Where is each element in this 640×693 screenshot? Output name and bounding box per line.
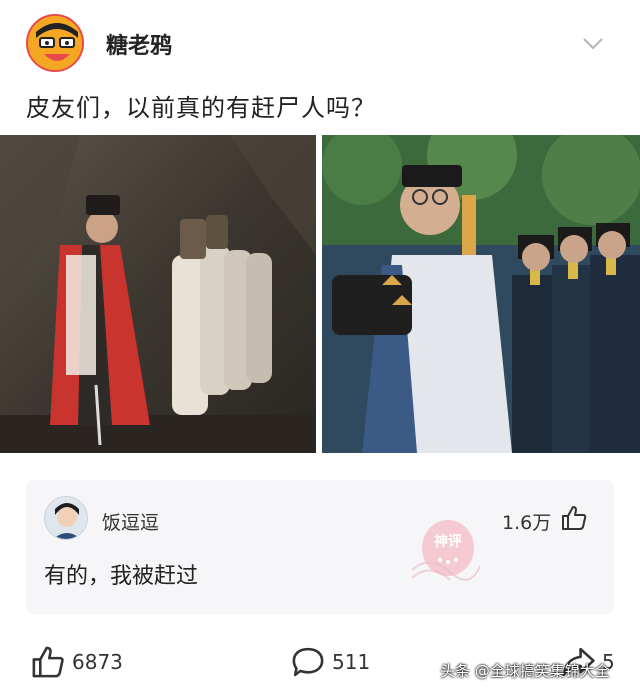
author-name[interactable]: 糖老鸦	[106, 28, 172, 60]
author-avatar[interactable]	[26, 14, 84, 72]
post-text: 皮友们，以前真的有赶尸人吗？	[26, 94, 376, 122]
thumbs-up-icon[interactable]	[560, 504, 588, 532]
comment-count: 511	[332, 650, 371, 674]
comment-like-count: 1.6万	[502, 512, 552, 534]
like-button[interactable]: 6873	[30, 642, 123, 682]
comment-button[interactable]: 511	[290, 642, 370, 682]
post-image-left[interactable]	[0, 135, 316, 453]
like-count: 6873	[72, 650, 123, 674]
thumbs-up-icon	[32, 646, 64, 678]
post-header: 糖老鸦	[0, 0, 640, 88]
commenter-avatar[interactable]	[44, 496, 88, 540]
comment-text: 有的，我被赶过	[44, 564, 199, 589]
top-comment-card[interactable]: 饭逗逗 神评 1.6万 有的，我被赶过	[26, 480, 614, 614]
god-comment-stamp: 神评	[410, 514, 481, 584]
post-image-right[interactable]	[322, 135, 640, 453]
commenter-name[interactable]: 饭逗逗	[102, 508, 159, 535]
source-watermark: 头条 @全球搞笑集锦大全	[440, 662, 610, 680]
svg-text:神评: 神评	[434, 533, 462, 550]
comment-bubble-icon	[292, 647, 324, 677]
chevron-down-icon[interactable]	[580, 30, 606, 56]
